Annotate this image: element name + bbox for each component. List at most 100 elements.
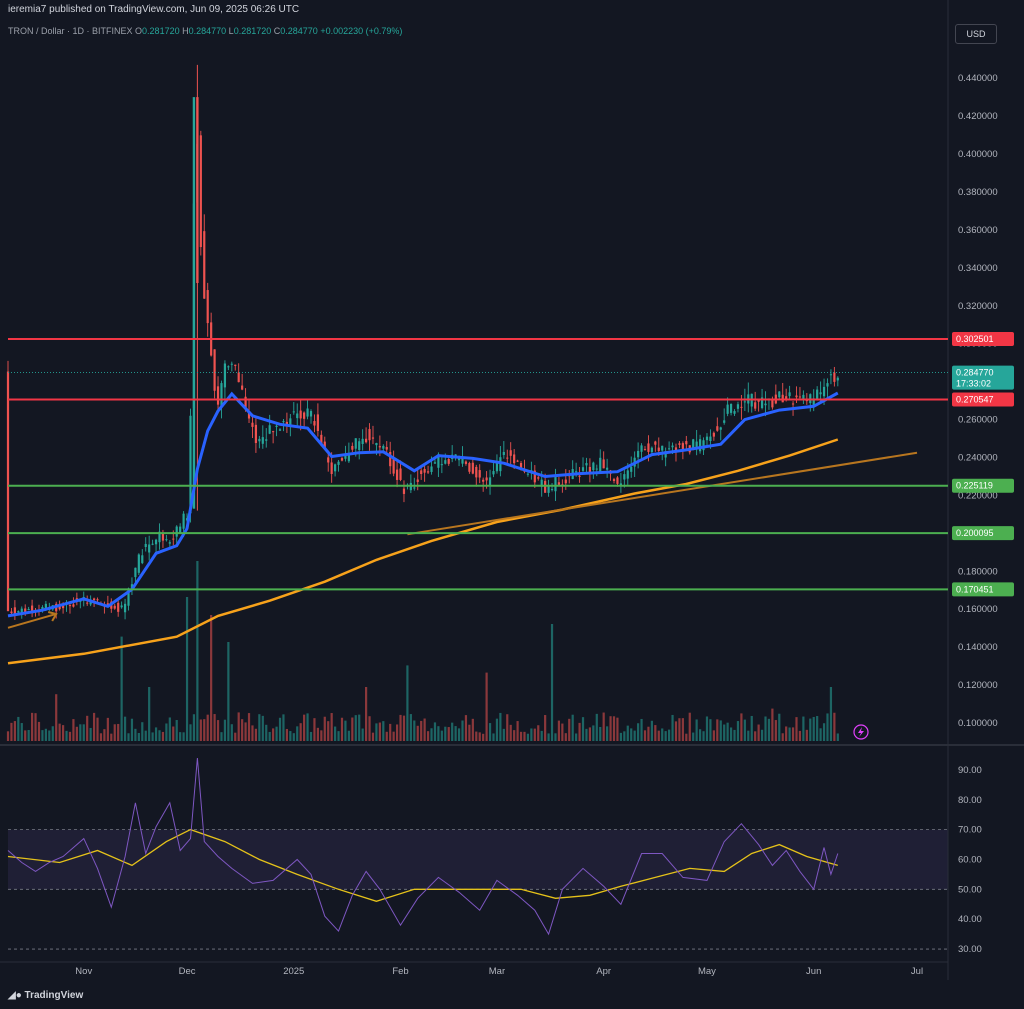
volume-bar <box>754 731 757 741</box>
volume-bar <box>630 728 633 741</box>
volume-bar <box>719 720 722 741</box>
candle-body <box>296 413 299 419</box>
volume-bar <box>51 726 54 741</box>
candle-body <box>241 385 244 390</box>
rsi-tick-label: 30.00 <box>958 944 982 955</box>
candle-body <box>667 448 671 450</box>
volume-bar <box>550 624 554 741</box>
candle-body <box>654 441 657 445</box>
volume-bar <box>144 730 147 741</box>
volume-bar <box>781 733 784 741</box>
candle-body <box>719 427 722 430</box>
candle-body <box>729 403 733 413</box>
volume-bar <box>475 731 478 741</box>
candle-body <box>726 404 729 414</box>
price-tick-label: 0.260000 <box>958 415 998 426</box>
price-tick-label: 0.320000 <box>958 301 998 312</box>
candle-body <box>313 421 316 426</box>
volume-bar <box>354 715 357 741</box>
volume-bar <box>72 719 75 741</box>
candle-body <box>117 602 120 612</box>
candle-body <box>488 477 492 486</box>
volume-bar <box>210 615 213 741</box>
volume-bar <box>285 728 289 741</box>
candle-body <box>123 603 127 613</box>
price-chart[interactable]: 0.100000 0.120000 0.140000 0.160000 0.180000… <box>0 0 1024 1009</box>
volume-bar <box>767 718 771 741</box>
volume-bar <box>306 713 309 741</box>
price-tick-label: 0.380000 <box>958 187 998 198</box>
volume-bar <box>802 716 805 741</box>
volume-bar <box>451 722 454 741</box>
candle-body <box>630 466 633 472</box>
volume-bar <box>688 712 691 741</box>
volume-bar <box>437 726 440 741</box>
candle-body <box>637 450 640 458</box>
volume-bar <box>733 729 736 741</box>
candle-body <box>399 468 402 480</box>
price-tick-label: 0.140000 <box>958 642 998 653</box>
volume-bar <box>358 714 361 741</box>
volume-bar <box>816 716 819 741</box>
volume-bar <box>361 728 364 741</box>
volume-bar <box>254 728 258 741</box>
volume-bar <box>602 712 605 741</box>
candle-body <box>709 436 712 442</box>
volume-bar <box>168 717 171 741</box>
candle-body <box>278 429 282 431</box>
candle-body <box>237 372 240 383</box>
candle-body <box>141 555 144 564</box>
volume-bar <box>303 714 306 741</box>
candle-body <box>513 454 516 464</box>
candle-body <box>829 374 833 376</box>
footer-brand: TradingView <box>24 990 84 1001</box>
volume-bar <box>330 713 333 741</box>
candle-body <box>179 526 182 534</box>
tradingview-logo: ◢● TradingView <box>8 990 83 1001</box>
volume-bar <box>650 720 653 741</box>
volume-bar <box>179 732 182 741</box>
candle-body <box>836 377 839 381</box>
volume-bar <box>771 708 774 741</box>
candle-body <box>647 443 650 452</box>
candle-body <box>564 479 567 484</box>
rsi-tick-label: 40.00 <box>958 914 982 925</box>
candle-body <box>471 462 474 474</box>
candle-body <box>502 451 505 455</box>
candle-body <box>478 470 481 478</box>
volume-bar <box>251 725 254 741</box>
volume-bar <box>685 733 688 741</box>
volume-bar <box>289 731 292 741</box>
volume-bar <box>151 732 154 741</box>
volume-bar <box>564 733 567 741</box>
lightning-icon <box>858 727 864 737</box>
volume-bar <box>223 719 227 741</box>
volume-bar <box>571 714 574 741</box>
volume-bar <box>726 722 729 741</box>
candle-body <box>234 364 237 366</box>
volume-bar <box>588 727 592 741</box>
volume-bar <box>557 720 561 741</box>
volume-bar <box>778 713 781 741</box>
volume-bar <box>161 731 165 741</box>
volume-bar <box>244 722 247 741</box>
volume-bar <box>55 694 58 741</box>
volume-bar <box>106 717 109 741</box>
volume-bar <box>633 730 636 741</box>
candle-body <box>795 395 798 398</box>
volume-bar <box>681 718 684 741</box>
candle-body <box>833 372 836 382</box>
volume-bar <box>513 730 516 741</box>
volume-bar <box>141 722 144 741</box>
volume-bar <box>10 722 13 741</box>
volume-bar <box>705 716 709 741</box>
candle-body <box>681 443 684 450</box>
volume-bar <box>440 730 443 741</box>
volume-bar <box>20 723 23 741</box>
volume-bar <box>154 727 158 741</box>
volume-bar <box>148 687 151 741</box>
volume-bar <box>488 723 492 741</box>
candle-body <box>86 602 89 604</box>
candle-body <box>216 386 220 405</box>
volume-bar <box>791 727 795 741</box>
